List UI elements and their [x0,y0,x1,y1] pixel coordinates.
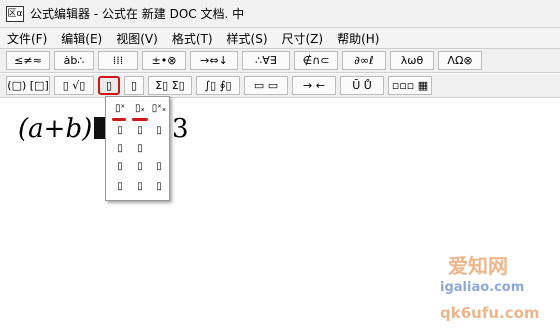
greek-lower-button[interactable]: λωθ [390,51,434,70]
menu-bar: 文件(F) 编辑(E) 视图(V) 格式(T) 样式(S) 尺寸(Z) 帮助(H… [0,28,560,49]
superscript-template[interactable]: ▯ˣ [112,101,128,117]
title-bar: 区α 公式编辑器 - 公式在 新建 DOC 文档. 中 [0,0,560,28]
template-toolbar: (□) [□] ▯ √▯ ▯ ▯ Σ▯ Σ▯ ∫▯ ∮▯ ▭ ▭ → ← Ū Ů… [0,74,560,98]
fraction-radical-button[interactable]: ▯ √▯ [54,76,94,95]
menu-format[interactable]: 格式(T) [165,30,220,47]
menu-view[interactable]: 视图(V) [109,30,165,47]
window-title: 公式编辑器 - 公式在 新建 DOC 文档. 中 [30,7,245,21]
subscript-superscript-button[interactable]: ▯ [98,76,120,95]
pre-sub-sup-template[interactable]: ▯ [151,123,167,139]
greek-upper-button[interactable]: ΛΩ⊗ [438,51,482,70]
left-sub-sup-template[interactable]: ▯ [151,159,167,175]
below-template[interactable]: ▯ [132,141,148,157]
left-sub-template[interactable]: ▯ [112,159,128,175]
app-icon: 区α [6,5,24,22]
under-template[interactable]: ▯ [132,179,148,195]
superscript-highlight [112,118,126,121]
watermark: 爱知网 igaliao.com qk6ufu.com [410,250,550,330]
watermark-line3: qk6ufu.com [440,304,540,322]
embellishments-button[interactable]: ⁞⁞⁞ [98,51,138,70]
pre-subscript-template[interactable]: ▯ [132,123,148,139]
formula-operator: + [43,114,66,144]
formula-exponent: 3 [172,114,189,144]
left-sup-template[interactable]: ▯ [132,159,148,175]
subscript-highlight [132,118,148,121]
underbar-overbar-button[interactable]: ▯ [124,76,144,95]
relational-symbols-button[interactable]: ≤≠≈ [6,51,50,70]
subscript-superscript-palette: ▯ˣ ▯ₓ ▯ˣₓ ▯ ▯ ▯ ▯ ▯ ▯ ▯ ▯ ▯ ▯ ▯ [105,96,170,201]
watermark-line2: igaliao.com [440,280,525,295]
integral-button[interactable]: ∫▯ ∮▯ [196,76,240,95]
fence-templates-button[interactable]: (□) [□] [6,76,50,95]
logical-symbols-button[interactable]: ∴∀∃ [242,51,290,70]
menu-file[interactable]: 文件(F) [0,30,54,47]
matrix-button[interactable]: ▫▫▫ ▦ [388,76,432,95]
symbol-toolbar: ≤≠≈ ȧb∴ ⁞⁞⁞ ±•⊗ →⇔↓ ∴∀∃ ∉∩⊂ ∂∞ℓ λωθ ΛΩ⊗ [0,49,560,73]
watermark-line1: 爱知网 [448,254,508,278]
formula-left: (a [18,114,44,144]
arrow-symbols-button[interactable]: →⇔↓ [190,51,238,70]
operator-symbols-button[interactable]: ±•⊗ [142,51,186,70]
labeled-arrow-button[interactable]: → ← [292,76,336,95]
bar-templates-button[interactable]: ▭ ▭ [244,76,288,95]
summation-button[interactable]: Σ▯ Σ▯ [148,76,192,95]
menu-style[interactable]: 样式(S) [220,30,275,47]
formula-right: b) [65,114,93,144]
sub-sup-template[interactable]: ▯ˣₓ [151,101,167,117]
subscript-template[interactable]: ▯ₓ [132,101,148,117]
spaces-ellipses-button[interactable]: ȧb∴ [54,51,94,70]
menu-edit[interactable]: 编辑(E) [54,30,109,47]
products-set-button[interactable]: Ū Ů [340,76,384,95]
formula-expression[interactable]: (a+b) [18,114,107,144]
over-template[interactable]: ▯ [112,179,128,195]
over-under-template[interactable]: ▯ [151,179,167,195]
set-theory-button[interactable]: ∉∩⊂ [294,51,338,70]
misc-symbols-button[interactable]: ∂∞ℓ [342,51,386,70]
menu-size[interactable]: 尺寸(Z) [275,30,331,47]
pre-superscript-template[interactable]: ▯ [112,123,128,139]
above-template[interactable]: ▯ [112,141,128,157]
menu-help[interactable]: 帮助(H) [330,30,386,47]
